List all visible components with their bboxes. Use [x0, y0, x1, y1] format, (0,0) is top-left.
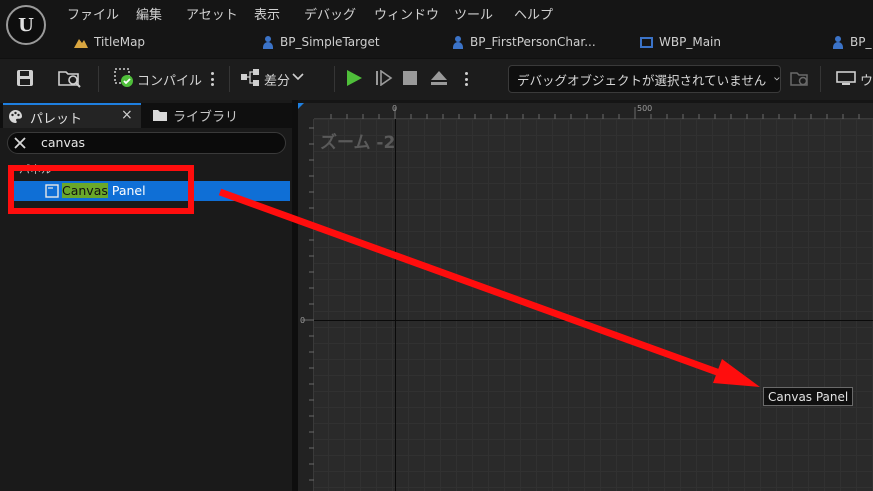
menu-window[interactable]: ウィンドウ	[374, 4, 439, 23]
tab-bp-simpletarget[interactable]: BP_SimpleTarget	[262, 35, 380, 49]
menu-file[interactable]: ファイル	[67, 4, 119, 23]
browse-debug-icon[interactable]	[790, 70, 810, 88]
debug-object-label: デバッグオブジェクトが選択されていません	[517, 72, 767, 88]
stop-icon[interactable]	[403, 71, 417, 85]
menu-help[interactable]: ヘルプ	[514, 4, 553, 23]
zoom-level-label: ズーム -2	[320, 133, 396, 153]
play-icon[interactable]	[345, 69, 363, 87]
menu-edit[interactable]: 編集	[136, 4, 162, 23]
ruler-x-label-0: 0	[392, 104, 398, 113]
compile-icon[interactable]	[114, 68, 134, 88]
eject-icon[interactable]	[430, 70, 448, 85]
tab-label: BP_SimpleTarget	[280, 35, 380, 49]
diff-button[interactable]: 差分	[264, 70, 290, 89]
browse-icon[interactable]	[58, 68, 82, 88]
compile-button[interactable]: コンパイル	[137, 70, 202, 89]
ruler-horizontal: 0 500	[314, 103, 873, 119]
ruler-vertical-ticks	[302, 127, 314, 481]
menu-tools[interactable]: ツール	[454, 4, 493, 23]
ruler-horizontal-ticks	[330, 107, 860, 119]
debug-object-select[interactable]: デバッグオブジェクトが選択されていません	[508, 65, 781, 93]
ruler-x-label-500: 500	[637, 104, 653, 113]
drag-tooltip: Canvas Panel	[763, 387, 854, 406]
tab-palette[interactable]: パレット ×	[3, 103, 141, 128]
tab-label: BP_	[850, 35, 872, 49]
step-icon[interactable]	[375, 70, 393, 86]
widget-blueprint-icon	[640, 36, 653, 48]
menu-debug[interactable]: デバッグ	[304, 4, 356, 23]
palette-panel	[0, 100, 292, 491]
tab-bp-overflow[interactable]: BP_	[832, 35, 871, 49]
blueprint-icon	[452, 35, 464, 49]
ruler-corner	[298, 103, 314, 119]
map-icon	[74, 39, 88, 48]
origin-axis-horizontal	[314, 320, 873, 321]
clear-search-icon[interactable]	[14, 137, 26, 149]
search-value: canvas	[41, 135, 86, 150]
tab-label: WBP_Main	[659, 35, 721, 49]
tab-titlemap[interactable]: TitleMap	[74, 35, 145, 49]
menu-asset[interactable]: アセット	[186, 4, 238, 23]
folder-icon	[153, 110, 167, 121]
menu-view[interactable]: 表示	[254, 4, 280, 23]
palette-search-input[interactable]: canvas	[7, 132, 286, 154]
origin-axis-vertical	[395, 119, 396, 491]
monitor-icon[interactable]	[836, 71, 856, 85]
tab-label: BP_FirstPersonChar...	[470, 35, 596, 49]
tab-library[interactable]: ライブラリ	[173, 106, 238, 125]
compile-options-icon[interactable]	[211, 72, 214, 86]
palette-icon	[9, 110, 22, 123]
diff-icon[interactable]	[240, 68, 262, 88]
blueprint-icon	[832, 35, 844, 49]
chevron-down-icon	[774, 77, 780, 81]
ruler-y-label-0: 0	[300, 316, 306, 325]
ruler-vertical: 0	[298, 119, 314, 491]
close-icon[interactable]: ×	[121, 107, 133, 123]
annotation-highlight-box	[8, 165, 194, 214]
blueprint-icon	[262, 35, 274, 49]
tab-label: TitleMap	[94, 35, 146, 49]
designer-canvas[interactable]	[298, 103, 873, 491]
play-options-icon[interactable]	[465, 72, 468, 86]
chevron-down-icon[interactable]	[292, 73, 304, 81]
drag-tooltip-label: Canvas Panel	[768, 389, 849, 404]
tab-wbp-main[interactable]: WBP_Main	[640, 35, 721, 49]
unreal-logo[interactable]: U	[6, 5, 46, 45]
tab-bp-firstpersoncharacter[interactable]: BP_FirstPersonChar...	[452, 35, 596, 49]
window-mode-label[interactable]: ウ	[860, 70, 873, 89]
save-icon[interactable]	[16, 69, 34, 87]
tab-palette-label: パレット	[30, 112, 83, 127]
